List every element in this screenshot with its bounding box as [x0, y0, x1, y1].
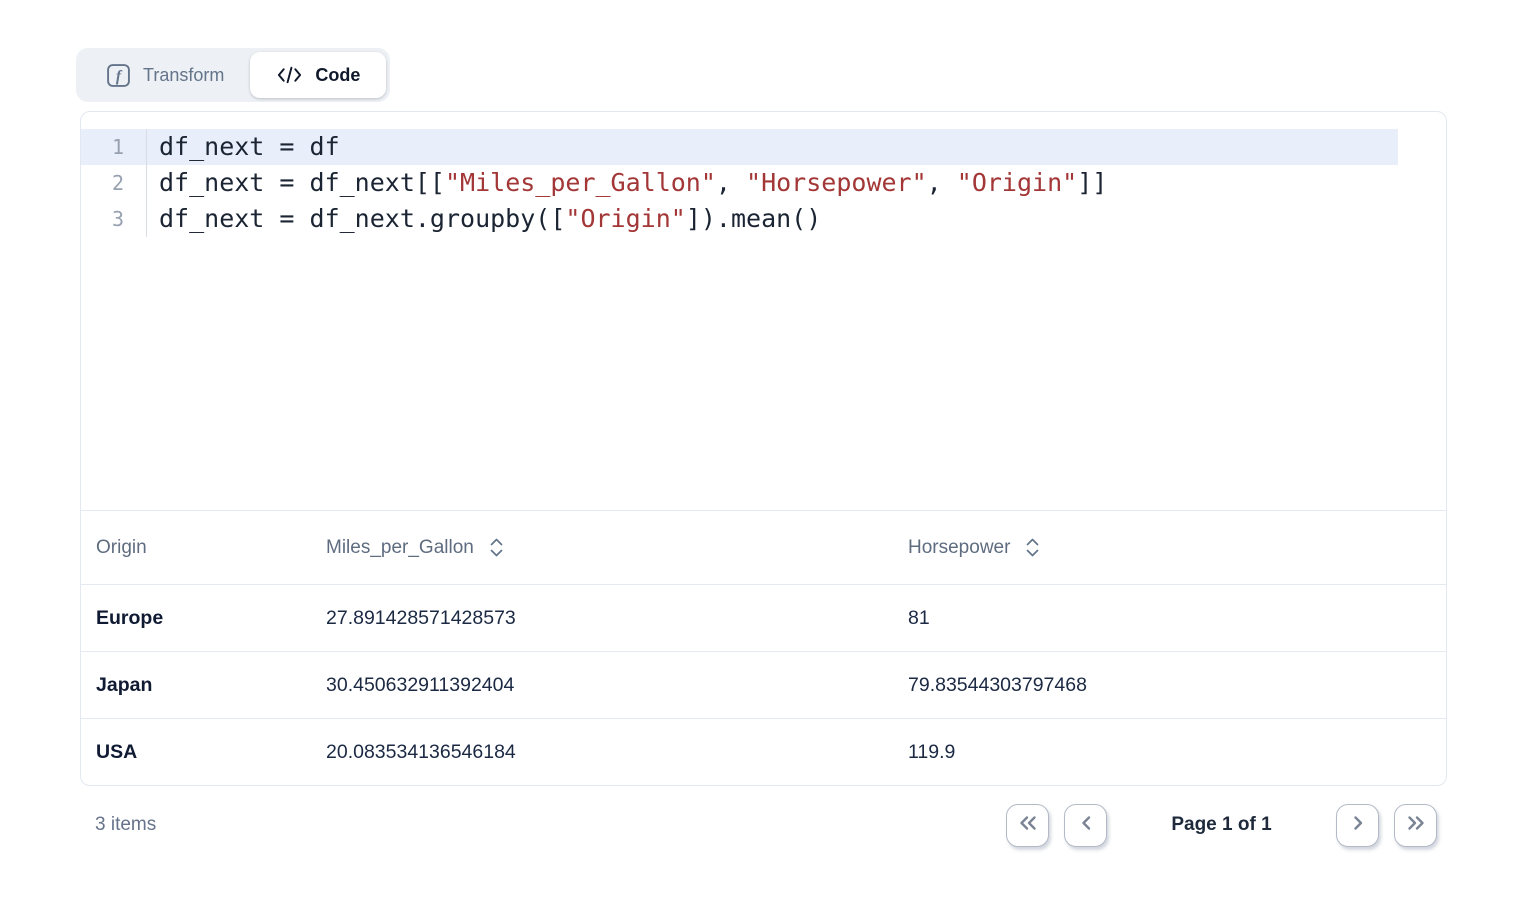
pagination: Page 1 of 1	[1006, 804, 1437, 847]
double-chevron-left-icon	[1017, 814, 1039, 837]
column-header-miles-per-gallon: Miles_per_Gallon	[326, 537, 908, 559]
first-page-button[interactable]	[1006, 804, 1049, 847]
view-mode-tabbar: f Transform Code	[76, 48, 390, 102]
table-row: Europe 27.891428571428573 81	[81, 584, 1446, 651]
cell-origin: USA	[96, 741, 326, 764]
code-line: 2 df_next = df_next[["Miles_per_Gallon",…	[81, 165, 1398, 201]
svg-text:f: f	[116, 68, 123, 85]
line-number: 1	[81, 129, 147, 165]
code-text: df_next = df_next.groupby(["Origin"]).me…	[147, 201, 821, 237]
page-indicator: Page 1 of 1	[1122, 814, 1321, 836]
cell-horsepower: 81	[908, 607, 1446, 630]
column-header-horsepower: Horsepower	[908, 537, 1446, 559]
code-text: df_next = df_next[["Miles_per_Gallon", "…	[147, 165, 1107, 201]
cell-miles-per-gallon: 27.891428571428573	[326, 607, 908, 630]
last-page-button[interactable]	[1394, 804, 1437, 847]
sort-icon[interactable]	[1025, 537, 1040, 558]
sort-icon[interactable]	[489, 537, 504, 558]
tab-code[interactable]: Code	[250, 52, 386, 98]
chevron-left-icon	[1078, 814, 1094, 837]
tab-transform-label: Transform	[143, 65, 224, 86]
cell-miles-per-gallon: 20.083534136546184	[326, 741, 908, 764]
table-row: Japan 30.450632911392404 79.835443037974…	[81, 651, 1446, 718]
code-editor[interactable]: 1 df_next = df 2 df_next = df_next[["Mil…	[81, 112, 1446, 511]
line-number: 2	[81, 165, 147, 201]
cell-horsepower: 79.83544303797468	[908, 674, 1446, 697]
double-chevron-right-icon	[1405, 814, 1427, 837]
tab-code-label: Code	[315, 65, 360, 86]
next-page-button[interactable]	[1336, 804, 1379, 847]
table-row: USA 20.083534136546184 119.9	[81, 718, 1446, 785]
previous-page-button[interactable]	[1064, 804, 1107, 847]
cell-miles-per-gallon: 30.450632911392404	[326, 674, 908, 697]
items-count: 3 items	[95, 814, 156, 836]
tab-transform[interactable]: f Transform	[80, 52, 250, 98]
table-header-row: Origin Miles_per_Gallon Horsepower	[81, 511, 1446, 584]
code-icon	[276, 65, 303, 85]
chevron-right-icon	[1350, 814, 1366, 837]
code-line: 1 df_next = df	[81, 129, 1398, 165]
column-header-origin: Origin	[96, 537, 326, 559]
code-and-results-panel: 1 df_next = df 2 df_next = df_next[["Mil…	[80, 111, 1447, 786]
cell-origin: Japan	[96, 674, 326, 697]
function-icon: f	[106, 63, 131, 88]
code-text: df_next = df	[147, 129, 340, 165]
line-number: 3	[81, 201, 147, 237]
cell-horsepower: 119.9	[908, 741, 1446, 764]
table-footer: 3 items Page 1 of 1	[80, 802, 1447, 848]
cell-origin: Europe	[96, 607, 326, 630]
code-line: 3 df_next = df_next.groupby(["Origin"]).…	[81, 201, 1398, 237]
